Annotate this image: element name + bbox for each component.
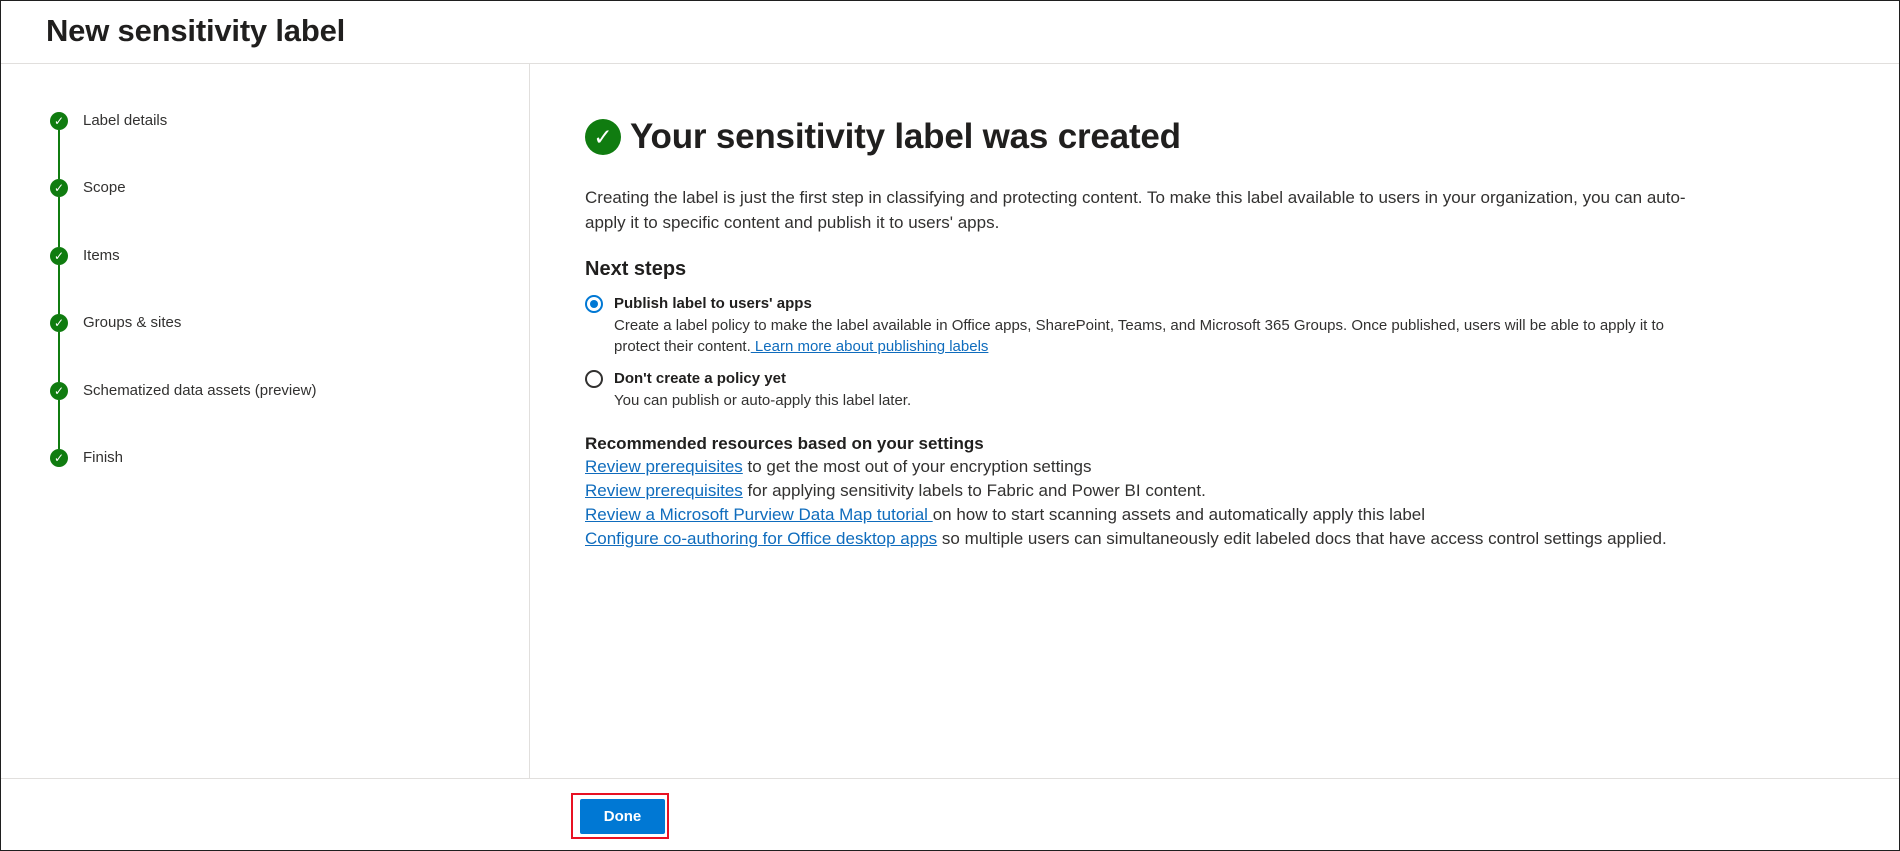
learn-more-publishing-link[interactable]: Learn more about publishing labels: [751, 338, 989, 355]
done-button[interactable]: Done: [580, 799, 665, 834]
success-title-row: ✓ Your sensitivity label was created: [585, 117, 1181, 157]
radio-no-policy[interactable]: [585, 370, 603, 388]
intro-text: Creating the label is just the first ste…: [585, 188, 1686, 232]
check-icon: ✓: [50, 314, 68, 333]
resources-heading: Recommended resources based on your sett…: [585, 434, 984, 453]
next-steps-heading: Next steps: [585, 258, 687, 280]
step-label: Items: [83, 246, 120, 264]
purview-data-map-tutorial-link[interactable]: Review a Microsoft Purview Data Map tuto…: [585, 505, 933, 524]
review-prerequisites-encryption-link[interactable]: Review prerequisites: [585, 457, 743, 476]
resource-item: Review a Microsoft Purview Data Map tuto…: [585, 503, 1715, 527]
success-title: Your sensitivity label was created: [630, 117, 1181, 156]
option-title[interactable]: Publish label to users' apps: [614, 294, 812, 314]
step-label: Label details: [83, 112, 168, 129]
configure-coauthoring-link[interactable]: Configure co-authoring for Office deskto…: [585, 529, 937, 548]
step-label: Finish: [83, 448, 124, 466]
step-connector: [58, 264, 60, 315]
option-title[interactable]: Don't create a policy yet: [614, 369, 786, 389]
step-label: Schematized data assets (preview): [83, 381, 317, 399]
step-label: Scope: [83, 179, 126, 197]
wizard-steps-sidebar: ✓ Label details ✓ Scope ✓ Items ✓ Groups…: [1, 64, 530, 778]
wizard-header: New sensitivity label: [1, 1, 1899, 64]
radio-publish-label[interactable]: [585, 295, 603, 313]
resource-item: Review prerequisites to get the most out…: [585, 455, 1715, 479]
resource-text: to get the most out of your encryption s…: [742, 457, 1092, 476]
check-icon: ✓: [50, 448, 68, 467]
check-icon: ✓: [50, 246, 68, 265]
option-description: You can publish or auto-apply this label…: [614, 392, 912, 409]
step-connector: [58, 399, 60, 449]
page-title: New sensitivity label: [46, 13, 346, 48]
success-check-icon: ✓: [585, 119, 621, 155]
check-icon: ✓: [50, 179, 68, 198]
resource-text: so multiple users can simultaneously edi…: [937, 529, 1667, 548]
step-connector: [58, 197, 60, 247]
resource-item: Review prerequisites for applying sensit…: [585, 479, 1715, 503]
resource-text: for applying sensitivity labels to Fabri…: [742, 481, 1206, 500]
check-icon: ✓: [50, 112, 68, 130]
wizard-footer: Done: [1, 778, 1899, 851]
check-icon: ✓: [50, 381, 68, 400]
step-connector: [58, 332, 60, 382]
resource-text: on how to start scanning assets and auto…: [932, 505, 1426, 524]
step-connector: [58, 130, 60, 180]
recommended-resources: Recommended resources based on your sett…: [585, 433, 1715, 551]
option-description: Create a label policy to make the label …: [614, 315, 1704, 357]
wizard-window: New sensitivity label ✓ Label details ✓ …: [0, 0, 1900, 851]
review-prerequisites-fabric-link[interactable]: Review prerequisites: [585, 481, 743, 500]
resource-item: Configure co-authoring for Office deskto…: [585, 527, 1715, 551]
step-label: Groups & sites: [83, 314, 182, 332]
